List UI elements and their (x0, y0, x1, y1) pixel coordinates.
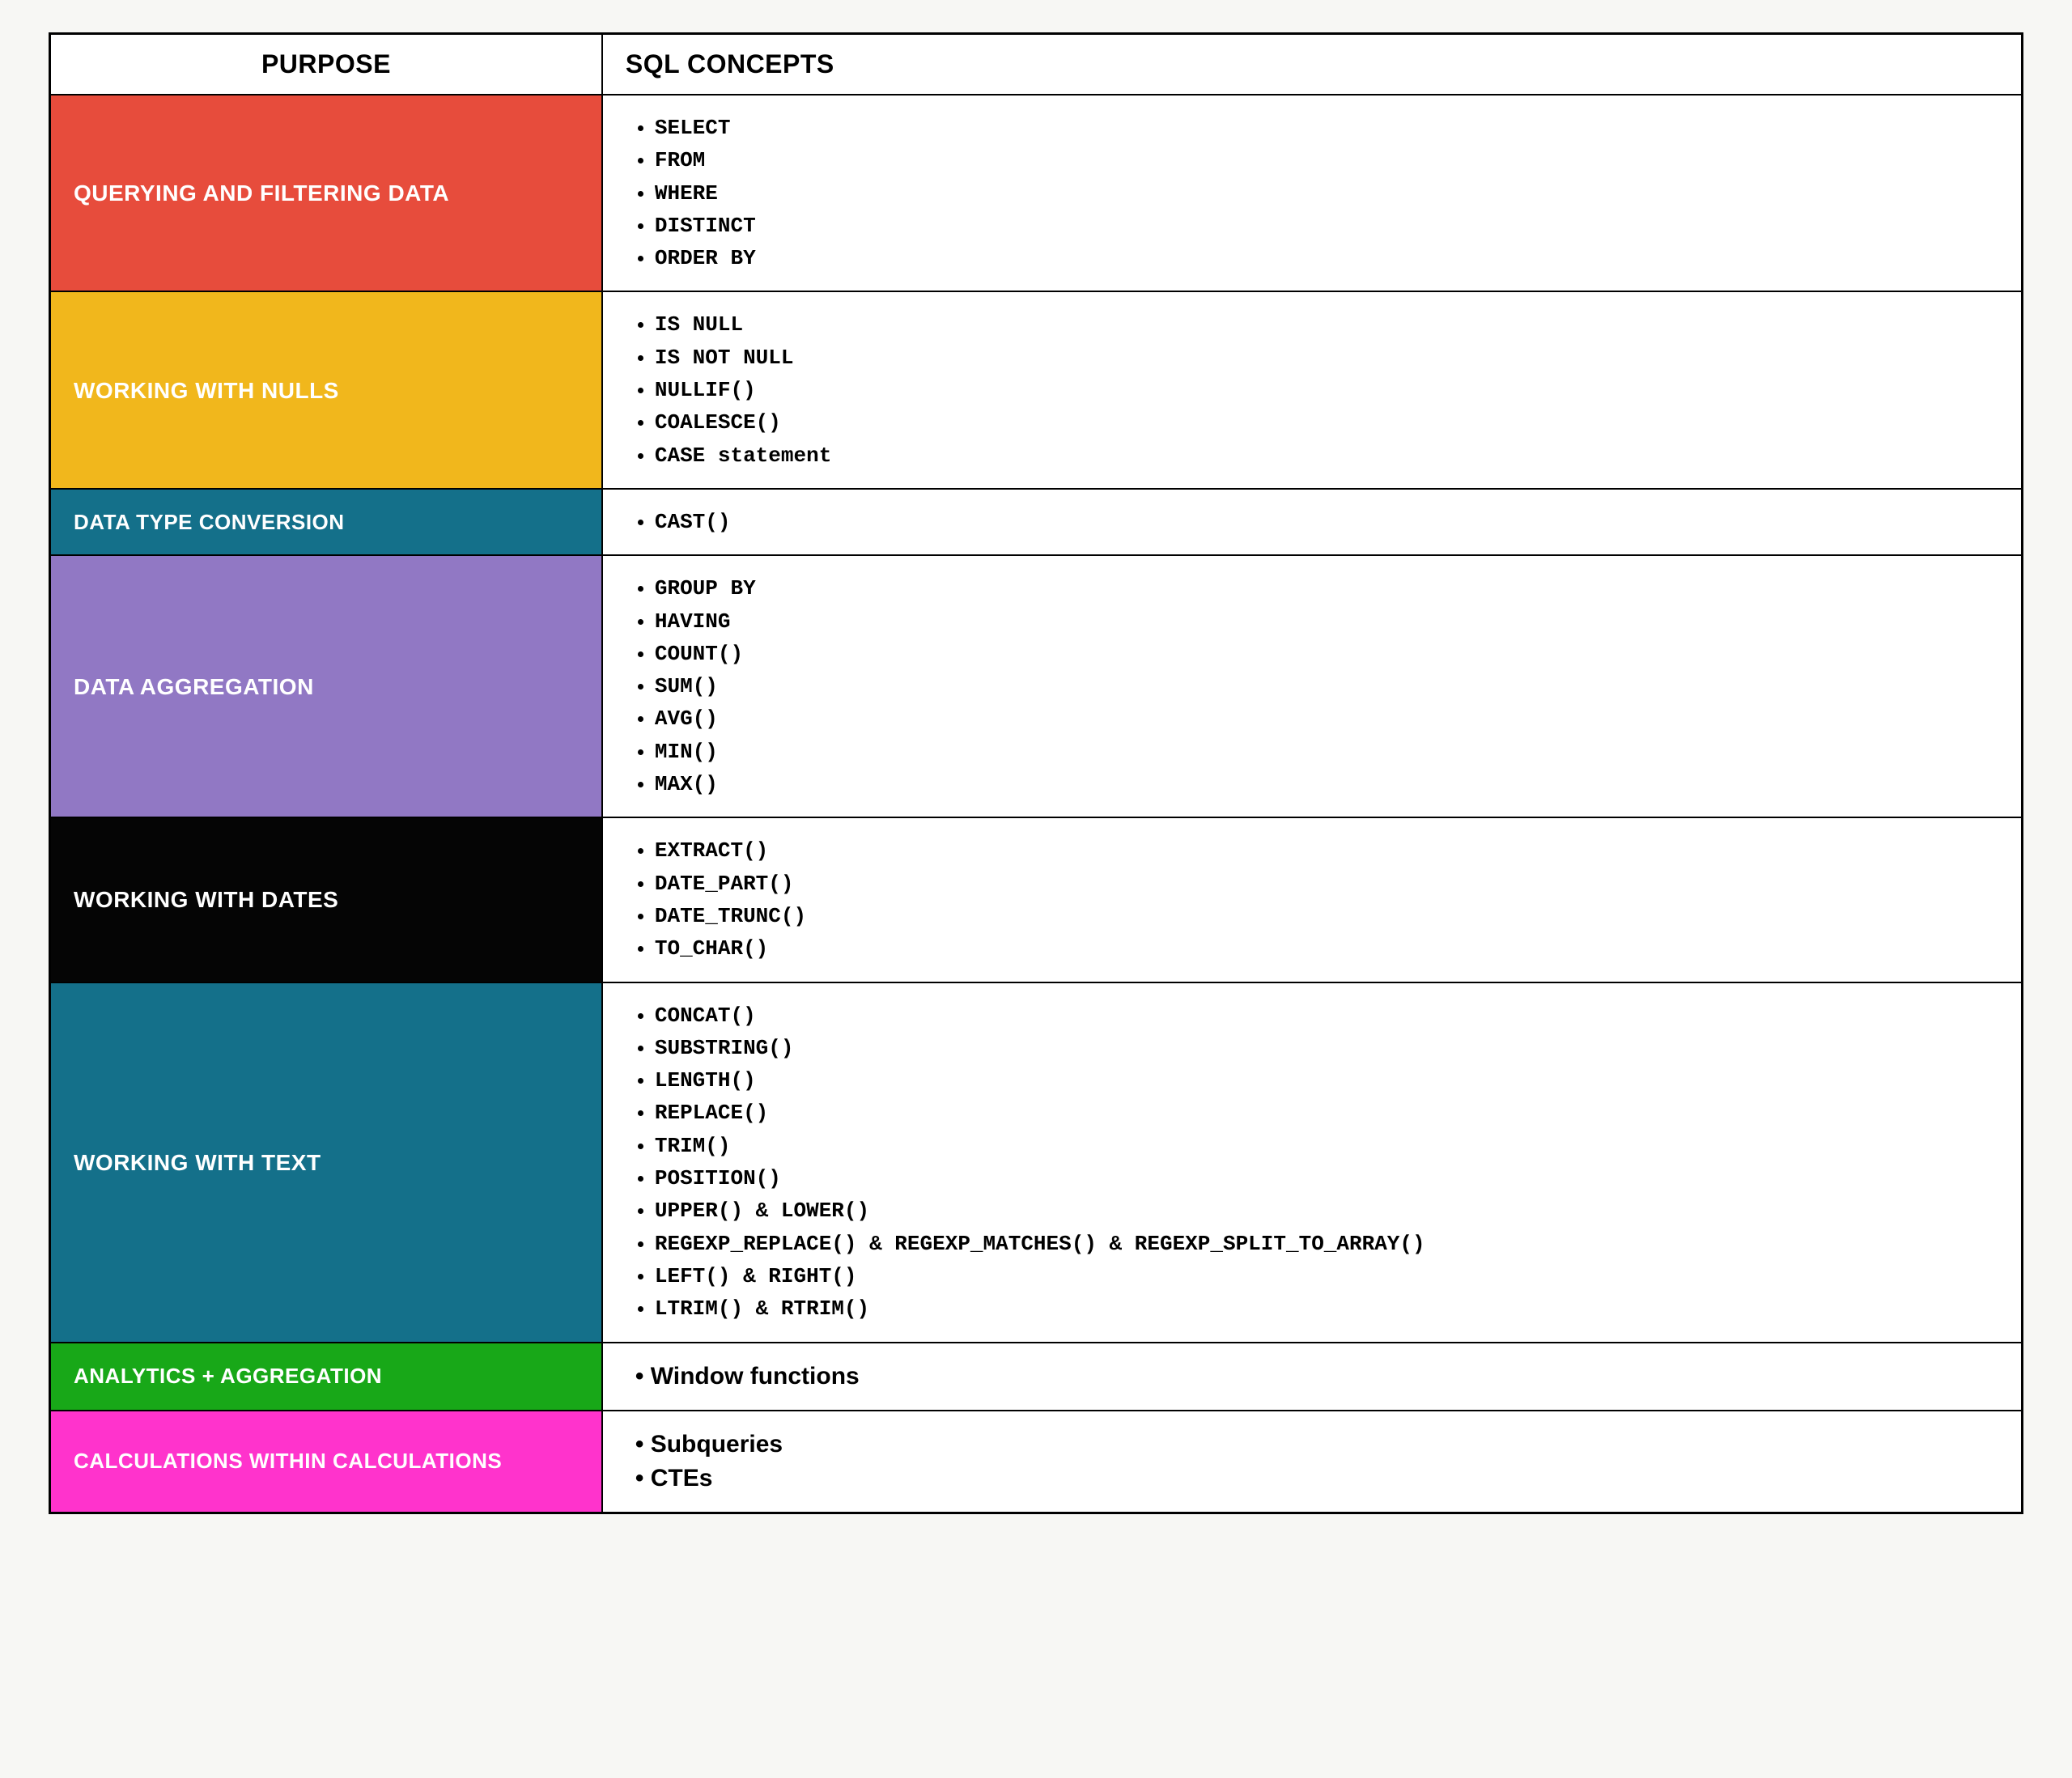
table-row: DATA TYPE CONVERSION CAST() (50, 489, 2023, 555)
list-item: COUNT() (655, 638, 1992, 670)
table-row: QUERYING AND FILTERING DATASELECTFROMWHE… (50, 95, 2023, 291)
concepts-list: SELECTFROMWHEREDISTINCTORDER BY (632, 112, 1992, 274)
list-item: COALESCE() (655, 406, 1992, 439)
table-row: WORKING WITH NULLSIS NULLIS NOT NULLNULL… (50, 291, 2023, 488)
table-row: ANALYTICS + AGGREGATION Window functions (50, 1343, 2023, 1411)
concepts-list: CAST() (632, 506, 1992, 538)
list-item: UPPER() & LOWER() (655, 1195, 1992, 1227)
list-item: SELECT (655, 112, 1992, 144)
table-row: WORKING WITH TEXTCONCAT()SUBSTRING()LENG… (50, 982, 2023, 1343)
list-item: ORDER BY (655, 242, 1992, 274)
concepts-cell: GROUP BYHAVINGCOUNT()SUM()AVG()MIN()MAX(… (602, 555, 2023, 817)
list-item: HAVING (655, 605, 1992, 638)
list-item: CASE statement (655, 439, 1992, 472)
concepts-list: Window functions (632, 1360, 1992, 1394)
list-item: AVG() (655, 702, 1992, 735)
concepts-list: CONCAT()SUBSTRING()LENGTH()REPLACE()TRIM… (632, 999, 1992, 1326)
list-item: Subqueries (635, 1428, 1992, 1462)
sql-concepts-table: PURPOSE SQL CONCEPTS QUERYING AND FILTER… (49, 32, 2023, 1514)
list-item: EXTRACT() (655, 834, 1992, 867)
header-concepts: SQL CONCEPTS (602, 34, 2023, 95)
list-item: WHERE (655, 177, 1992, 210)
list-item: LEFT() & RIGHT() (655, 1260, 1992, 1292)
list-item: REPLACE() (655, 1097, 1992, 1129)
table-row: CALCULATIONS WITHIN CALCULATIONS Subqueri… (50, 1411, 2023, 1513)
purpose-cell: DATA TYPE CONVERSION (50, 489, 602, 555)
purpose-cell: WORKING WITH NULLS (50, 291, 602, 488)
concepts-cell: SELECTFROMWHEREDISTINCTORDER BY (602, 95, 2023, 291)
list-item: TRIM() (655, 1130, 1992, 1162)
purpose-cell: QUERYING AND FILTERING DATA (50, 95, 602, 291)
purpose-cell: WORKING WITH DATES (50, 817, 602, 982)
header-row: PURPOSE SQL CONCEPTS (50, 34, 2023, 95)
list-item: IS NULL (655, 308, 1992, 341)
list-item: LTRIM() & RTRIM() (655, 1292, 1992, 1325)
list-item: CAST() (655, 506, 1992, 538)
concepts-list: GROUP BYHAVINGCOUNT()SUM()AVG()MIN()MAX(… (632, 572, 1992, 800)
concepts-list: IS NULLIS NOT NULLNULLIF()COALESCE()CASE… (632, 308, 1992, 471)
list-item: DATE_PART() (655, 868, 1992, 900)
list-item: FROM (655, 144, 1992, 176)
table-row: DATA AGGREGATIONGROUP BYHAVINGCOUNT()SUM… (50, 555, 2023, 817)
concepts-list: EXTRACT()DATE_PART()DATE_TRUNC()TO_CHAR(… (632, 834, 1992, 965)
list-item: DATE_TRUNC() (655, 900, 1992, 932)
list-item: REGEXP_REPLACE() & REGEXP_MATCHES() & RE… (655, 1228, 1992, 1260)
concepts-cell: Window functions (602, 1343, 2023, 1411)
list-item: MAX() (655, 768, 1992, 800)
concepts-cell: IS NULLIS NOT NULLNULLIF()COALESCE()CASE… (602, 291, 2023, 488)
concepts-cell: SubqueriesCTEs (602, 1411, 2023, 1513)
concepts-cell: CONCAT()SUBSTRING()LENGTH()REPLACE()TRIM… (602, 982, 2023, 1343)
list-item: NULLIF() (655, 374, 1992, 406)
list-item: Window functions (635, 1360, 1992, 1394)
list-item: TO_CHAR() (655, 932, 1992, 965)
table-row: WORKING WITH DATESEXTRACT()DATE_PART()DA… (50, 817, 2023, 982)
purpose-cell: ANALYTICS + AGGREGATION (50, 1343, 602, 1411)
list-item: CTEs (635, 1462, 1992, 1496)
list-item: IS NOT NULL (655, 342, 1992, 374)
concepts-list: SubqueriesCTEs (632, 1428, 1992, 1496)
list-item: SUBSTRING() (655, 1032, 1992, 1064)
list-item: POSITION() (655, 1162, 1992, 1195)
purpose-cell: CALCULATIONS WITHIN CALCULATIONS (50, 1411, 602, 1513)
purpose-cell: WORKING WITH TEXT (50, 982, 602, 1343)
list-item: LENGTH() (655, 1064, 1992, 1097)
list-item: GROUP BY (655, 572, 1992, 605)
concepts-cell: EXTRACT()DATE_PART()DATE_TRUNC()TO_CHAR(… (602, 817, 2023, 982)
list-item: DISTINCT (655, 210, 1992, 242)
purpose-cell: DATA AGGREGATION (50, 555, 602, 817)
header-purpose: PURPOSE (50, 34, 602, 95)
list-item: CONCAT() (655, 999, 1992, 1032)
concepts-cell: CAST() (602, 489, 2023, 555)
list-item: SUM() (655, 670, 1992, 702)
list-item: MIN() (655, 736, 1992, 768)
